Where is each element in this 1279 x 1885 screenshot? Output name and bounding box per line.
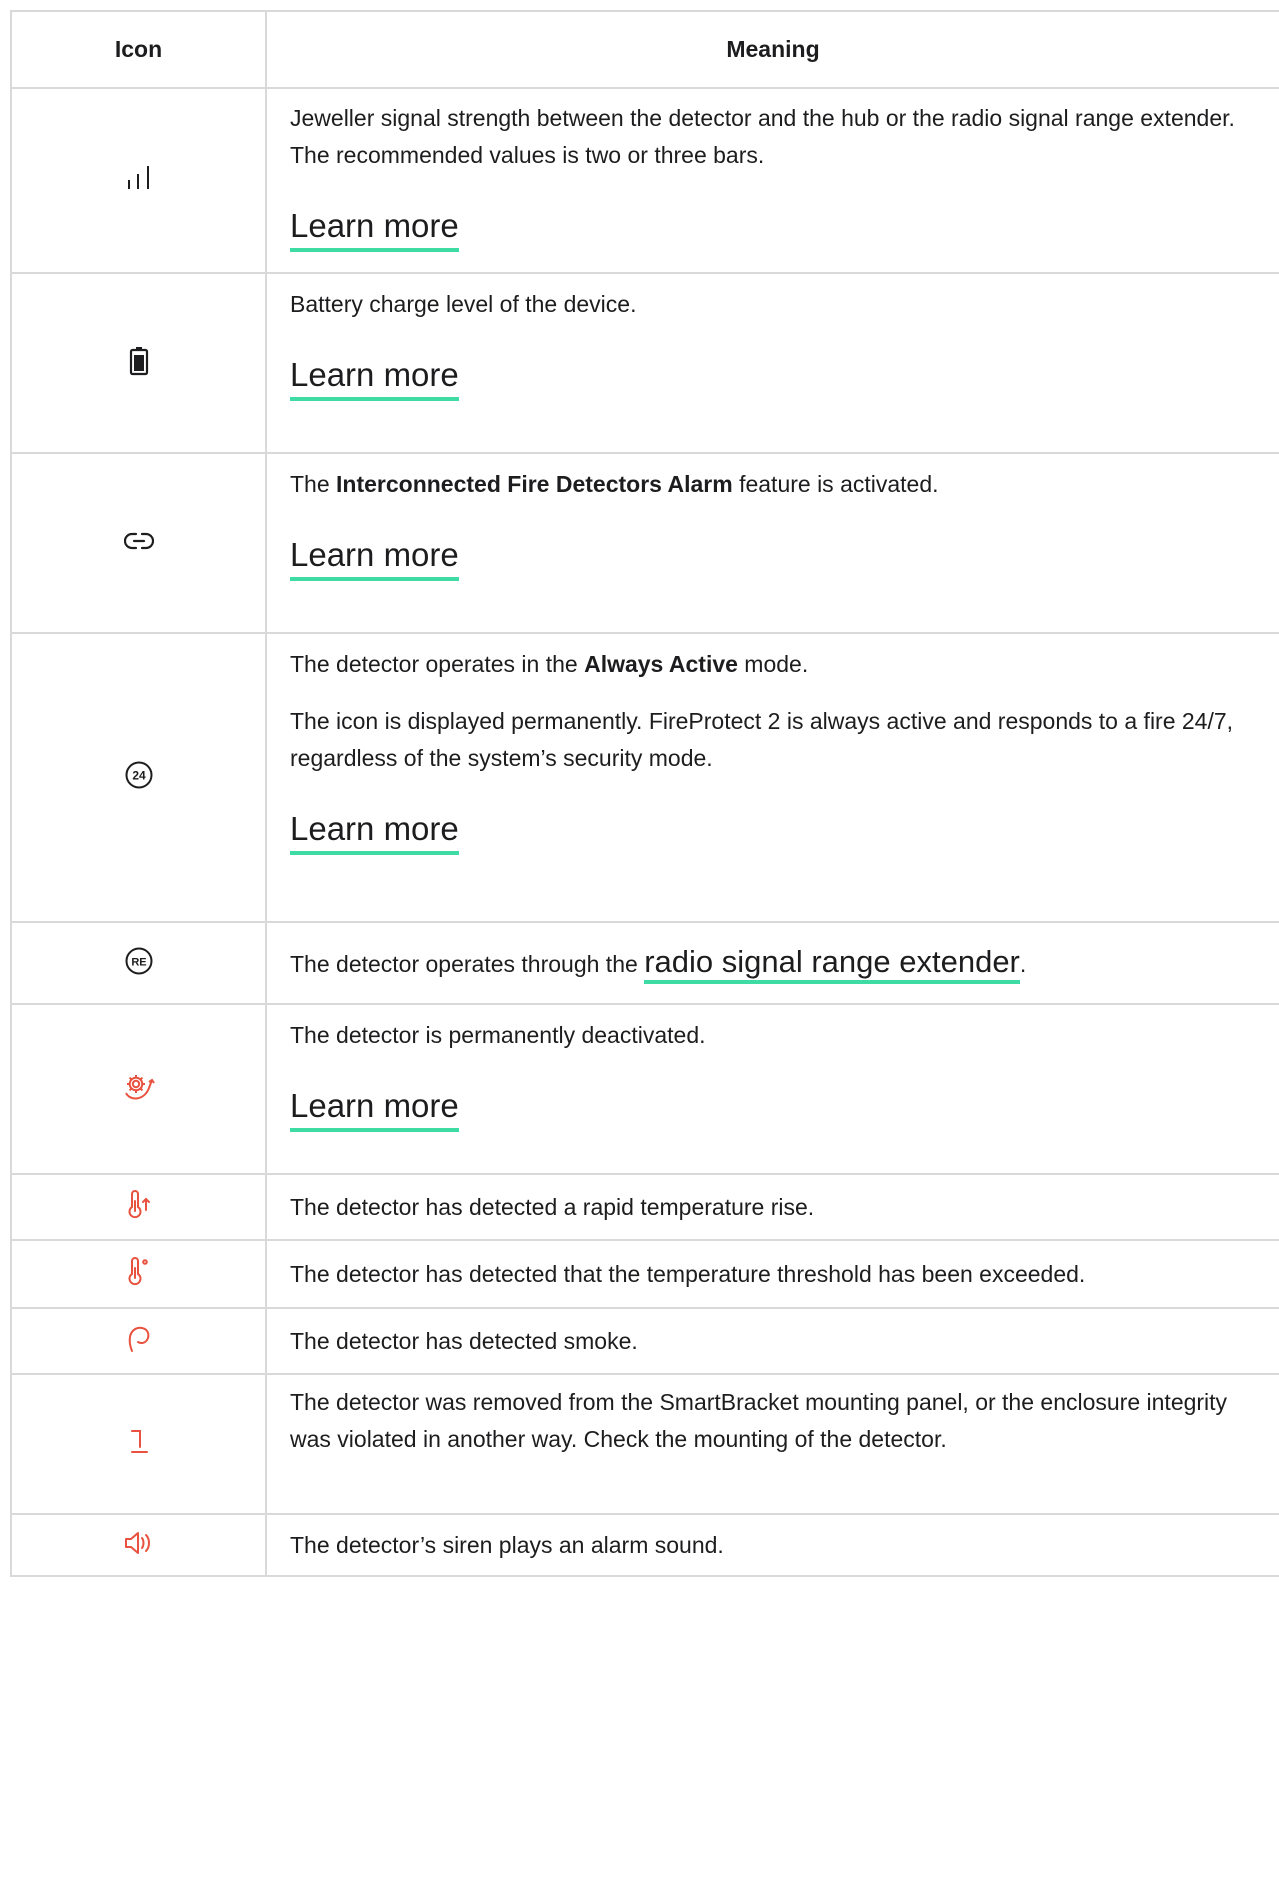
icon-cell: 24: [10, 632, 267, 923]
icon-cell: [10, 1173, 267, 1241]
meaning-text: Jeweller signal strength between the det…: [290, 105, 1235, 168]
range-extender-link[interactable]: radio signal range extender: [644, 944, 1020, 984]
meaning-cell: The detector has detected smoke.: [265, 1307, 1279, 1375]
table-row: The detector has detected smoke.: [10, 1307, 1279, 1375]
table-row: RE The detector operates through the rad…: [10, 921, 1279, 1005]
meaning-text: The detector was removed from the SmartB…: [290, 1389, 1228, 1452]
meaning-text: The detector operates through the radio …: [290, 943, 1257, 984]
meaning-cell: The detector has detected that the tempe…: [265, 1239, 1279, 1309]
meaning-text: The detector’s siren plays an alarm soun…: [290, 1531, 724, 1558]
table-row: 24 The detector operates in the Always A…: [10, 632, 1279, 923]
table-row: The detector is permanently deactivated.…: [10, 1003, 1279, 1175]
meaning-cell: The detector’s siren plays an alarm soun…: [265, 1513, 1279, 1577]
meaning-cell: Jeweller signal strength between the det…: [265, 87, 1279, 274]
meaning-text: The detector has detected that the tempe…: [290, 1260, 1086, 1287]
meaning-cell: The detector was removed from the SmartB…: [265, 1373, 1279, 1515]
icon-cell: [10, 452, 267, 634]
learn-more-link[interactable]: Learn more: [290, 809, 459, 855]
deactivated-gear-icon: [122, 1072, 156, 1107]
temperature-threshold-icon: [124, 1256, 154, 1292]
siren-speaker-icon: [122, 1528, 156, 1563]
link-icon: [123, 530, 154, 557]
meaning-text: The detector is permanently deactivated.: [290, 1022, 706, 1048]
table-row: The Interconnected Fire Detectors Alarm …: [10, 452, 1279, 634]
table-row: The detector has detected a rapid temper…: [10, 1173, 1279, 1241]
meaning-cell: The detector operates in the Always Acti…: [265, 632, 1279, 923]
table-row: The detector’s siren plays an alarm soun…: [10, 1513, 1279, 1577]
meaning-cell: Battery charge level of the device. Lear…: [265, 272, 1279, 454]
tamper-icon: [124, 1427, 154, 1462]
learn-more-link[interactable]: Learn more: [290, 1086, 459, 1132]
icon-meaning-table: Icon Meaning Jeweller signal strength be…: [10, 10, 1279, 1577]
table-header-row: Icon Meaning: [10, 10, 1279, 89]
meaning-cell: The detector has detected a rapid temper…: [265, 1173, 1279, 1241]
feature-name: Interconnected Fire Detectors Alarm: [336, 471, 733, 497]
always-active-24-icon: 24: [124, 760, 154, 795]
table-row: The detector has detected that the tempe…: [10, 1239, 1279, 1309]
mode-name: Always Active: [584, 651, 738, 677]
svg-text:RE: RE: [131, 956, 146, 968]
table-row: Jeweller signal strength between the det…: [10, 87, 1279, 274]
icon-cell: [10, 1513, 267, 1577]
icon-cell: RE: [10, 921, 267, 1005]
meaning-cell: The Interconnected Fire Detectors Alarm …: [265, 452, 1279, 634]
icon-cell: [10, 1373, 267, 1515]
icon-cell: [10, 1003, 267, 1175]
icon-cell: [10, 1239, 267, 1309]
signal-strength-icon: [124, 163, 154, 198]
battery-icon: [129, 346, 149, 381]
icon-cell: [10, 87, 267, 274]
meaning-cell: The detector is permanently deactivated.…: [265, 1003, 1279, 1175]
temperature-rise-icon: [124, 1189, 154, 1225]
learn-more-link[interactable]: Learn more: [290, 206, 459, 252]
meaning-text: The detector has detected a rapid temper…: [290, 1193, 815, 1220]
meaning-cell: The detector operates through the radio …: [265, 921, 1279, 1005]
learn-more-link[interactable]: Learn more: [290, 535, 459, 581]
icon-cell: [10, 272, 267, 454]
table-row: The detector was removed from the SmartB…: [10, 1373, 1279, 1515]
header-meaning: Meaning: [265, 10, 1279, 89]
meaning-text: The detector has detected smoke.: [290, 1327, 638, 1354]
learn-more-link[interactable]: Learn more: [290, 355, 459, 401]
range-extender-re-icon: RE: [124, 946, 154, 981]
meaning-text-secondary: The icon is displayed permanently. FireP…: [290, 708, 1234, 771]
table-row: Battery charge level of the device. Lear…: [10, 272, 1279, 454]
svg-text:24: 24: [132, 769, 146, 783]
meaning-text: The Interconnected Fire Detectors Alarm …: [290, 471, 939, 497]
meaning-text: The detector operates in the Always Acti…: [290, 651, 809, 677]
smoke-icon: [124, 1324, 154, 1359]
icon-cell: [10, 1307, 267, 1375]
meaning-text: Battery charge level of the device.: [290, 291, 637, 317]
header-icon: Icon: [10, 10, 267, 89]
